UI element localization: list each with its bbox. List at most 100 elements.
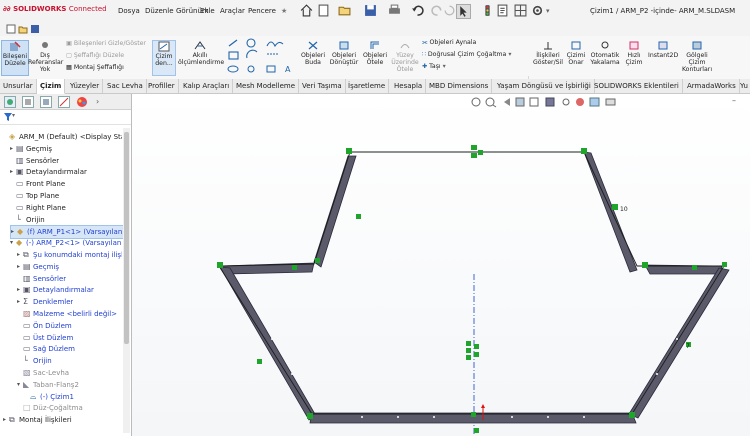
tab-mold-tools[interactable]: Kalıp Araçları (180, 79, 234, 93)
display-relations-button[interactable]: İlişkileri Göster/Sil (532, 40, 564, 66)
tab-profiles[interactable]: Profiller (145, 79, 179, 93)
tree-item[interactable]: ▸ ⧉ Montaj İlişkileri (3, 414, 72, 426)
display-manager-tab-icon[interactable] (76, 96, 88, 108)
tree-item-label: (f) ARM_P1<1> (Varsayılan) < (27, 228, 124, 237)
shaded-sketch-contours-button[interactable]: Gölgeli Çizim Konturları (680, 40, 714, 73)
tree-item[interactable]: ▭ Top Plane (10, 190, 59, 202)
tab-evaluate[interactable]: Hesapla (391, 79, 427, 93)
options-dropdown-icon[interactable]: ▾ (546, 7, 550, 15)
tab-sketch[interactable]: Çizim (37, 79, 66, 94)
tree-item[interactable]: ▭ Üst Düzlem (17, 332, 73, 344)
quick-open-icon[interactable] (18, 24, 28, 34)
offset-on-surface-button[interactable]: Yüzey Üzerinde Ötele (390, 40, 420, 73)
edit-transparency-button[interactable]: ▢ Şeffaflığı Düzele (66, 52, 124, 59)
tree-item[interactable]: □ Düz-Çoğaltma (17, 402, 83, 414)
panel-more-icon[interactable]: › (96, 97, 99, 106)
tab-more[interactable]: Yu (737, 79, 750, 93)
plane-icon: ▭ (23, 332, 31, 342)
tree-item[interactable]: ▸ ▣ Detaylandırmalar (17, 284, 94, 296)
tab-markup[interactable]: İşaretleme (345, 79, 390, 93)
tree-item[interactable]: ▸ ▣ Detaylandırmalar (10, 166, 87, 178)
tree-item[interactable]: ▨ Malzeme <belirli değil> (17, 308, 117, 320)
edit-component-button[interactable]: Bileşeni Düzele (1, 40, 29, 76)
tree-item-label: Malzeme <belirli değil> (33, 310, 118, 318)
move-dropdown-icon[interactable]: ▾ (443, 63, 446, 70)
tree-item[interactable]: ▥ Sensörler (17, 273, 66, 285)
dimxpert-tab-icon[interactable] (58, 96, 70, 108)
tab-solidworks-addins[interactable]: SOLIDWORKS Eklentileri (591, 79, 683, 93)
tree-item[interactable]: ▸ ▤ Geçmiş (10, 143, 52, 155)
convert-entities-button[interactable]: Objeleri Dönüştür (329, 40, 359, 66)
offset-entities-button[interactable]: Objeleri Ötele (362, 40, 388, 66)
feature-manager-tab-icon[interactable] (4, 96, 16, 108)
file-properties-icon[interactable] (496, 4, 509, 17)
open-icon[interactable] (338, 4, 351, 17)
menu-edit[interactable]: Düzenle (145, 7, 174, 15)
mirror-entities-button[interactable]: ⫘ Objeleri Aynala (422, 39, 476, 46)
quick-save-icon[interactable] (30, 24, 40, 34)
tree-scrollbar-thumb[interactable] (124, 132, 129, 344)
tree-item[interactable]: ▭ Sağ Düzlem (17, 343, 75, 355)
tab-surfaces[interactable]: Yüzeyler (67, 79, 104, 93)
menu-window[interactable]: Pencere (248, 7, 276, 15)
smart-dimension-button[interactable]: Akıllı ölçümlendirme (178, 40, 224, 66)
tree-item[interactable]: ⌓ (-) Çizim1 (24, 391, 74, 403)
sketch-button[interactable]: Çizim den... (152, 40, 176, 76)
linear-pattern-button[interactable]: ∷ Doğrusal Çizim Çoğaltma ▾ (422, 51, 511, 58)
pattern-dropdown-icon[interactable]: ▾ (508, 51, 511, 58)
mates-icon: ⧉ (9, 415, 15, 425)
tree-item[interactable]: └ Orijin (17, 355, 52, 367)
tree-item[interactable]: ▸ ▤ Geçmiş (17, 261, 59, 273)
tree-item[interactable]: ▾ ◣ Taban-Flanş2 (17, 379, 79, 391)
grid-options-icon[interactable] (514, 4, 527, 17)
menu-file[interactable]: Dosya (118, 7, 140, 15)
tab-armadaworks[interactable]: ArmadaWorks (684, 79, 740, 93)
trim-entities-button[interactable]: Objeleri Buda (300, 40, 326, 66)
select-pointer-icon[interactable] (456, 4, 471, 19)
tab-sheet-metal[interactable]: Sac Levha (104, 79, 147, 93)
tab-lifecycle-collaboration[interactable]: Yaşam Döngüsü ve İşbirliği (494, 79, 595, 93)
options-gear-icon[interactable] (531, 4, 544, 17)
instant2d-button[interactable]: Instant2D (648, 40, 678, 59)
rapid-sketch-button[interactable]: Hızlı Çizim (623, 40, 645, 66)
tree-item-label: Sensörler (26, 156, 60, 165)
new-document-icon[interactable] (317, 4, 330, 17)
history-icon: ▤ (16, 143, 24, 153)
menu-tools[interactable]: Araçlar (220, 7, 245, 15)
repair-sketch-button[interactable]: Çizimi Onar (566, 40, 586, 66)
solidworks-logo[interactable]: ∂∂ SOLIDWORKS Connected (3, 5, 107, 13)
tree-item[interactable]: ▭ Front Plane (10, 178, 65, 190)
tree-item[interactable]: ▸ Σ Denklemler (17, 296, 73, 308)
quick-snaps-button[interactable]: Otomatik Yakalama (589, 40, 621, 66)
save-icon[interactable] (364, 4, 377, 17)
undo-icon[interactable] (411, 4, 424, 17)
tree-item[interactable]: ◈ARM_M (Default) <Display State- (3, 131, 122, 143)
assembly-transparency-button[interactable]: ▦ Montaj Şeffaflığı (66, 64, 124, 71)
tree-item[interactable]: ▭ Ön Düzlem (17, 320, 72, 332)
tree-item[interactable]: └ Orijin (10, 214, 45, 226)
sketch-entity-tools[interactable]: A (227, 38, 297, 76)
tab-features[interactable]: Unsurlar (0, 79, 37, 93)
property-manager-tab-icon[interactable] (22, 96, 34, 108)
configuration-manager-tab-icon[interactable] (40, 96, 52, 108)
tree-item[interactable]: ▧ Sac-Levha (17, 367, 69, 379)
no-external-refs-button[interactable]: Dış Referanslar Yok (28, 40, 63, 73)
tree-item[interactable]: ▭ Right Plane (10, 202, 66, 214)
print-icon[interactable] (388, 4, 401, 17)
tab-mesh-modeling[interactable]: Mesh Modelleme (233, 79, 300, 93)
quick-new-icon[interactable] (6, 24, 16, 34)
tree-item[interactable]: ▾ ◆ (-) ARM_P2<1> (Varsayılan) < (10, 237, 122, 249)
home-icon[interactable] (300, 4, 313, 17)
rebuild-icon[interactable] (443, 4, 456, 17)
menu-insert[interactable]: Ekle (200, 7, 215, 15)
tab-mbd-dimensions[interactable]: MBD Dimensions (426, 79, 493, 93)
sketch-canvas[interactable]: 10 7 (132, 94, 750, 436)
traffic-light-icon[interactable] (481, 4, 494, 17)
tree-item[interactable]: ▸ ⧉ Şu konumdaki montaj ilişki (17, 249, 122, 261)
filter-dropdown-icon[interactable]: ▾ (12, 112, 15, 119)
move-entities-button[interactable]: ✚ Taşı ▾ (422, 63, 446, 70)
show-hide-components-button[interactable]: ▣ Bileşenleri Gizle/Göster (66, 40, 146, 47)
tree-item[interactable]: ▥ Sensörler (10, 155, 59, 167)
pin-icon[interactable]: ★ (281, 7, 287, 15)
tab-data-migration[interactable]: Veri Taşıma (299, 79, 346, 93)
